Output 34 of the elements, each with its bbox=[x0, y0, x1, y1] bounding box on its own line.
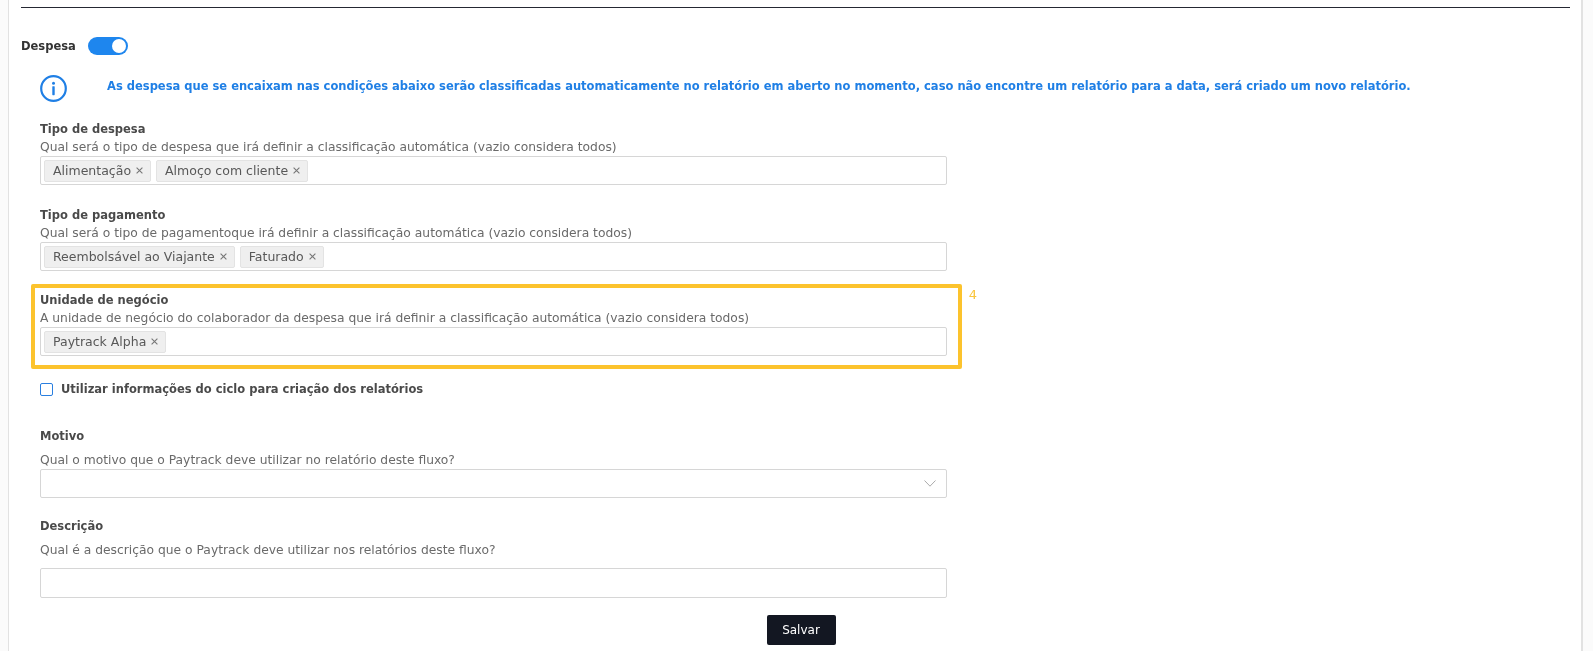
tag-label: Faturado bbox=[248, 249, 304, 264]
remove-icon[interactable] bbox=[308, 253, 316, 260]
remove-icon[interactable] bbox=[219, 253, 227, 260]
info-message: As despesa que se encaixam nas condições abaixo serão classificadas automaticamente no relatório em aberto no momento, caso não encontre um relatório para a data, será criado um novo relatório. bbox=[107, 78, 1411, 94]
field-help: Qual é a descrição que o Paytrack deve utilizar nos relatórios deste fluxo? bbox=[40, 542, 497, 559]
field-label: Descrição bbox=[40, 518, 105, 535]
remove-icon[interactable] bbox=[151, 338, 159, 345]
remove-icon[interactable] bbox=[293, 167, 301, 174]
tag-label: Reembolsável ao Viajante bbox=[53, 249, 215, 264]
section-title: Despesa bbox=[21, 38, 76, 54]
tag-input[interactable]: Alimentação Almoço com cliente bbox=[40, 156, 947, 185]
save-button[interactable]: Salvar bbox=[766, 615, 836, 645]
chevron-down-icon bbox=[924, 480, 936, 487]
field-help: Qual o motivo que o Paytrack deve utilizar no relatório deste fluxo? bbox=[40, 452, 456, 469]
info-icon bbox=[40, 74, 67, 102]
checkbox[interactable] bbox=[40, 382, 53, 396]
select-field[interactable] bbox=[40, 469, 947, 498]
field-help: Qual será o tipo de pagamentoque irá definir a classificação automática (vazio considera todos) bbox=[40, 225, 633, 242]
field-help: A unidade de negócio do colaborador da despesa que irá definir a classificação automática (vazio considera todos) bbox=[40, 310, 751, 327]
tag-input[interactable]: Reembolsável ao Viajante Faturado bbox=[40, 242, 947, 271]
callout-number: 4 bbox=[968, 286, 977, 304]
field-label: Motivo bbox=[40, 428, 86, 445]
field-label: Tipo de despesa bbox=[40, 121, 147, 138]
field-label: Tipo de pagamento bbox=[40, 207, 167, 224]
tag-label: Alimentação bbox=[53, 163, 132, 178]
text-input[interactable] bbox=[40, 568, 947, 598]
checkbox-label: Utilizar informações do ciclo para criação dos relatórios bbox=[61, 382, 424, 396]
field-label: Unidade de negócio bbox=[40, 292, 170, 309]
remove-icon[interactable] bbox=[136, 167, 144, 174]
tag-label: Almoço com cliente bbox=[165, 163, 289, 178]
tag-input[interactable]: Paytrack Alpha bbox=[40, 327, 947, 356]
field-help: Qual será o tipo de despesa que irá definir a classificação automática (vazio considera todos) bbox=[40, 139, 618, 156]
tag-label: Paytrack Alpha bbox=[53, 334, 147, 349]
toggle-switch[interactable] bbox=[87, 37, 128, 55]
